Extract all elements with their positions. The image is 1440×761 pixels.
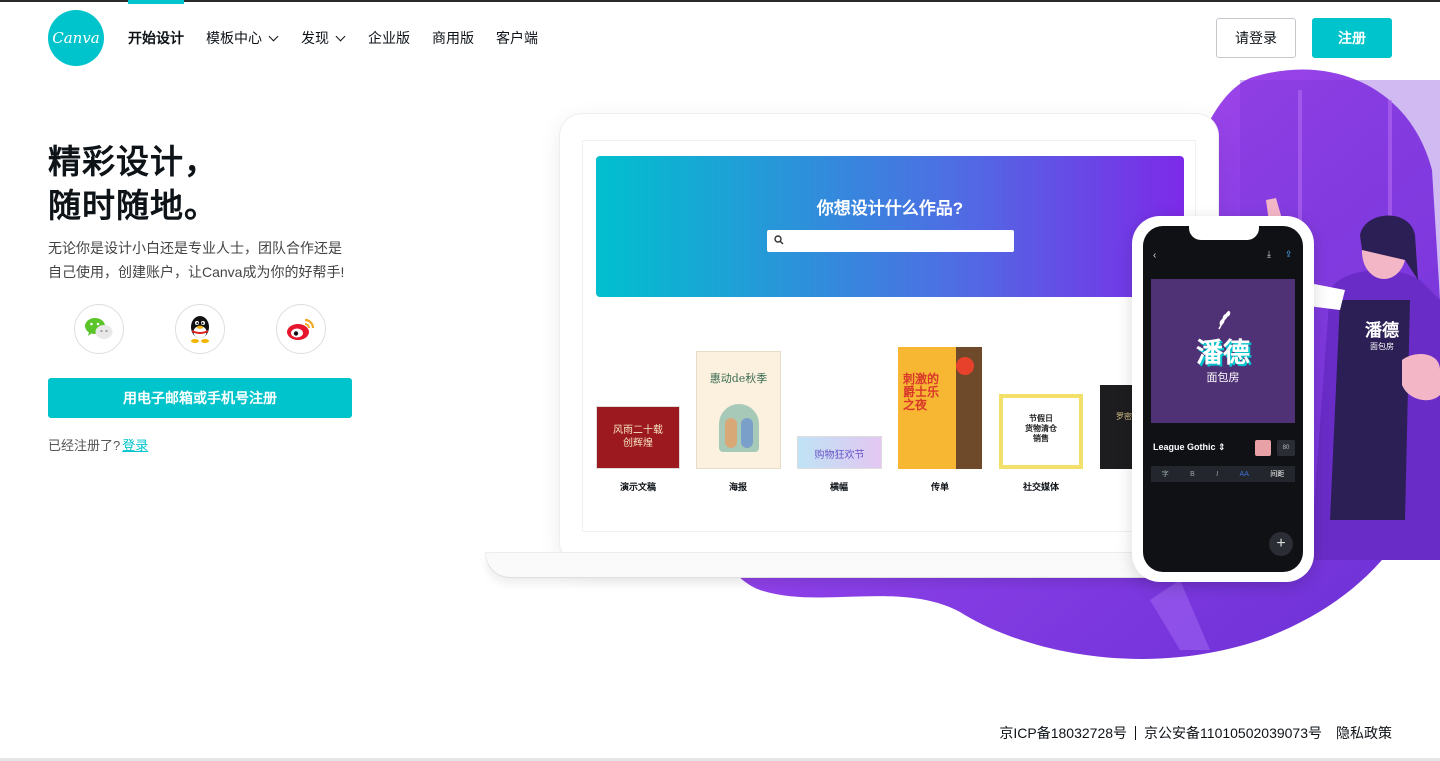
share-icon: ⇪ [1285, 249, 1293, 259]
apron-logo: 潘德 面包房 [1365, 321, 1399, 351]
privacy-policy-link[interactable]: 隐私政策 [1336, 723, 1392, 743]
footer: 京ICP备18032728号 京公安备11010502039073号 隐私政策 [999, 723, 1392, 743]
phone-screen: ‹ ⤓ ⇪ 潘德 面包房 League Gothic ⇕ 80 字 B I AA… [1143, 226, 1303, 572]
footer-divider [1135, 726, 1137, 740]
font-size: 80 [1277, 440, 1295, 456]
caption-presentation: 演示文稿 [619, 482, 656, 492]
icp-link[interactable]: 京ICP备18032728号 [999, 723, 1127, 743]
template-invitation: 罗密 [1100, 385, 1134, 469]
phone-design-card: 潘德 面包房 [1151, 279, 1295, 423]
design-search-banner: 你想设计什么作品? [596, 156, 1184, 297]
banner-search-input [767, 230, 1014, 252]
download-icon: ⤓ [1267, 249, 1271, 259]
search-icon [774, 235, 784, 245]
caption-poster: 海报 [728, 482, 747, 492]
text-toolbar: 字 B I AA 间距 [1151, 466, 1295, 482]
template-presentation: 风雨二十载 创辉煌 [596, 406, 680, 469]
template-banner: 购物狂欢节 [797, 436, 882, 469]
font-name: League Gothic ⇕ [1153, 442, 1226, 452]
wheat-icon [1218, 310, 1231, 330]
add-icon: + [1269, 532, 1293, 556]
back-icon: ‹ [1153, 250, 1157, 261]
template-social-media: 节假日 货物清仓 销售 [999, 394, 1083, 469]
color-swatch [1255, 440, 1271, 456]
police-record-link[interactable]: 京公安备11010502039073号 [1144, 723, 1322, 743]
template-poster: 惠动de秋季 [696, 351, 781, 469]
phone-notch [1189, 226, 1259, 240]
banner-title: 你想设计什么作品? [816, 199, 964, 218]
caption-flyer: 传单 [930, 482, 949, 492]
template-flyer: 刺激的 爵士乐 之夜 [898, 347, 982, 469]
caption-banner: 横幅 [829, 482, 848, 492]
caption-social-media: 社交媒体 [1022, 482, 1059, 492]
phone-frame: ‹ ⤓ ⇪ 潘德 面包房 League Gothic ⇕ 80 字 B I AA… [1132, 216, 1314, 582]
